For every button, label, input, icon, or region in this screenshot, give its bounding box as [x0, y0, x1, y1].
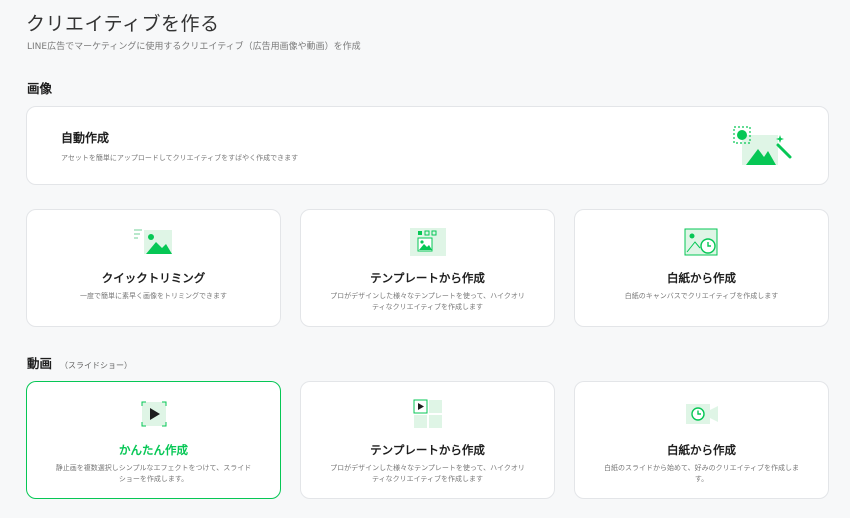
- card-title: 白紙から作成: [667, 443, 736, 457]
- auto-create-title: 自動作成: [61, 131, 110, 145]
- template-video-card[interactable]: テンプレートから作成 プロがデザインした様々なテンプレートを使って、ハイクオリテ…: [300, 381, 555, 499]
- card-description: 静止画を複数選択しシンプルなエフェクトをつけて、スライドショーを作成します。: [55, 464, 252, 483]
- template-image-icon: [409, 228, 446, 256]
- card-title: テンプレートから作成: [370, 443, 485, 457]
- template-video-icon: [413, 399, 442, 428]
- card-description: 一度で簡単に素早く画像をトリミングできます: [80, 292, 227, 300]
- card-title: テンプレートから作成: [370, 271, 485, 285]
- section-heading-video-sub: （スライドショー）: [60, 361, 133, 370]
- section-heading-video: 動画 （スライドショー）: [27, 353, 132, 372]
- quick-trimming-card[interactable]: クイックトリミング 一度で簡単に素早く画像をトリミングできます: [26, 209, 281, 327]
- auto-create-description: アセットを簡単にアップロードしてクリエイティブをすばやく作成できます: [61, 154, 299, 162]
- card-title: 白紙から作成: [667, 271, 736, 285]
- card-description: プロがデザインした様々なテンプレートを使って、ハイクオリティなクリエイティブを作…: [330, 292, 525, 311]
- page-subtitle: LINE広告でマーケティングに使用するクリエイティブ（広告用画像や動画）を作成: [27, 42, 361, 52]
- card-title: かんたん作成: [119, 443, 188, 457]
- play-video-icon: [141, 401, 166, 427]
- section-heading-image: 画像: [27, 81, 53, 96]
- card-description: プロがデザインした様々なテンプレートを使って、ハイクオリティなクリエイティブを作…: [330, 464, 525, 483]
- blank-image-card[interactable]: 白紙から作成 白紙のキャンバスでクリエイティブを作成します: [574, 209, 829, 327]
- card-title: クイックトリミング: [101, 271, 206, 285]
- blank-video-icon: [685, 404, 718, 424]
- card-description: 白紙のスライドから始めて、好みのクリエイティブを作成します。: [603, 464, 800, 483]
- template-image-card[interactable]: テンプレートから作成 プロがデザインした様々なテンプレートを使って、ハイクオリテ…: [300, 209, 555, 327]
- auto-create-card[interactable]: 自動作成 アセットを簡単にアップロードしてクリエイティブをすばやく作成できます: [26, 106, 829, 185]
- page-title: クリエイティブを作る: [26, 13, 220, 35]
- section-heading-video-label: 動画: [27, 356, 53, 371]
- blank-canvas-icon: [684, 228, 717, 256]
- card-description: 白紙のキャンバスでクリエイティブを作成します: [624, 292, 779, 300]
- crop-image-icon: [133, 229, 172, 254]
- magic-image-icon: [733, 126, 792, 165]
- easy-create-card[interactable]: かんたん作成 静止画を複数選択しシンプルなエフェクトをつけて、スライドショーを作…: [26, 381, 281, 499]
- blank-video-card[interactable]: 白紙から作成 白紙のスライドから始めて、好みのクリエイティブを作成します。: [574, 381, 829, 499]
